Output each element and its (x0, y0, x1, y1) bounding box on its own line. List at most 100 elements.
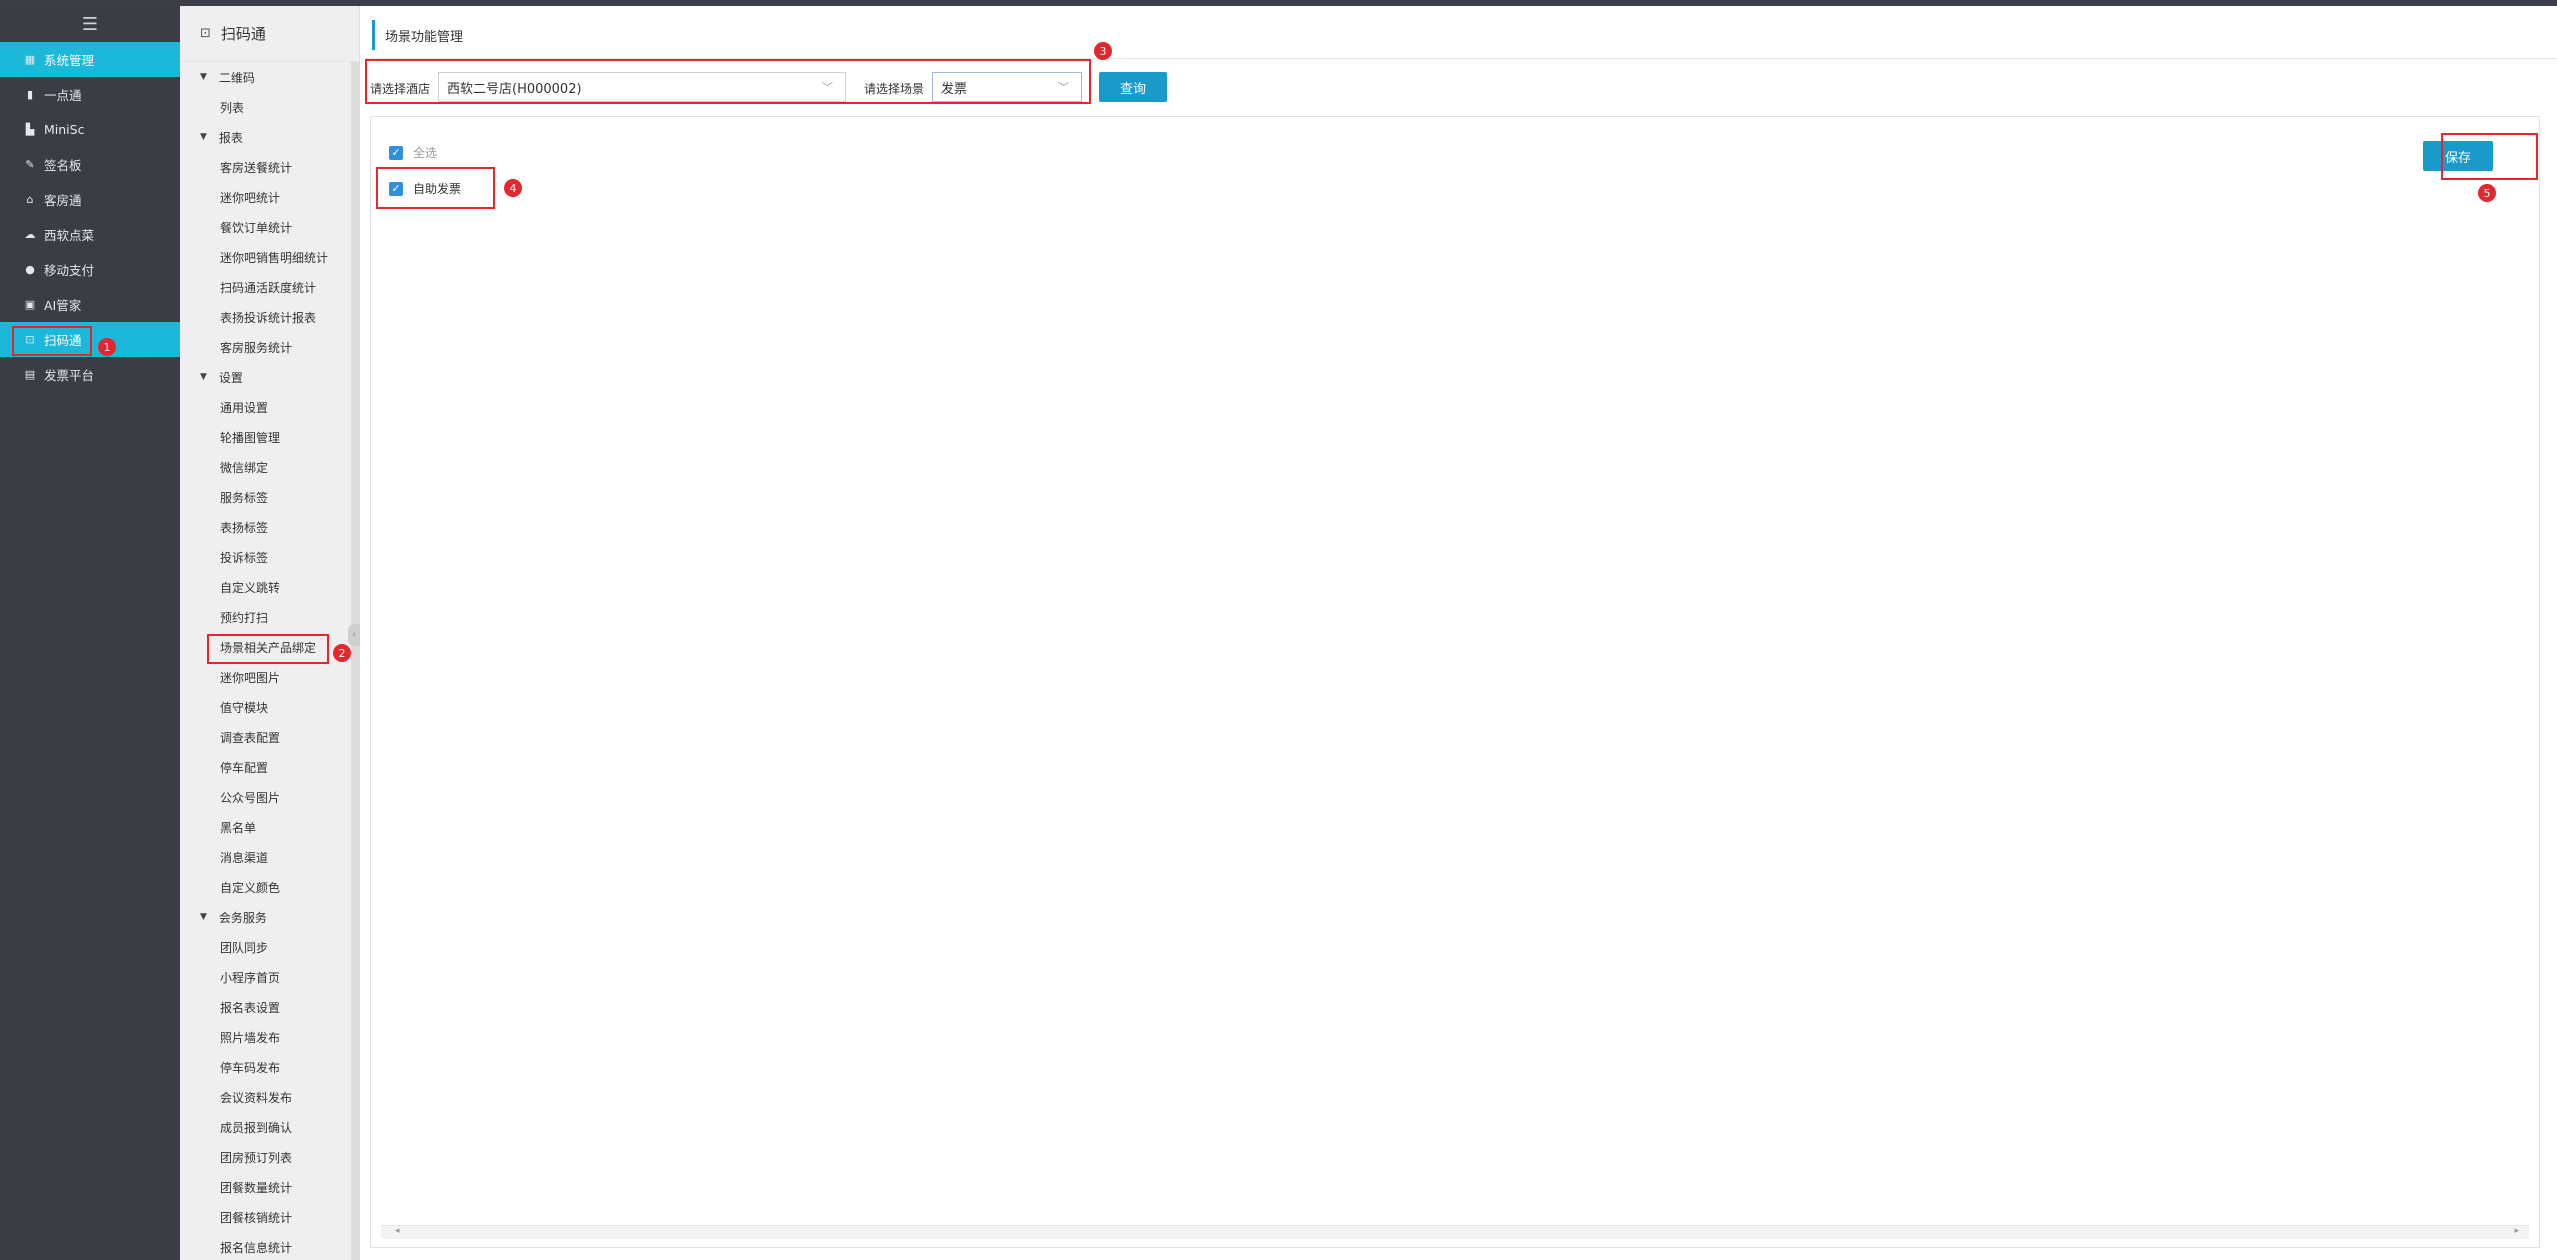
invoice-icon: ▤ (24, 368, 36, 381)
submenu-item[interactable]: 黑名单 (180, 812, 359, 842)
submenu-item[interactable]: 迷你吧统计 (180, 182, 359, 212)
submenu-item[interactable]: 停车配置 (180, 752, 359, 782)
submenu-group-label: 二维码 (218, 70, 255, 85)
submenu-item[interactable]: 团房预订列表 (180, 1142, 359, 1172)
caret-down-icon: ▼ (200, 912, 207, 922)
caret-down-icon: ▼ (200, 132, 207, 142)
sidebar-item-signature[interactable]: ✎ 签名板 (0, 147, 180, 182)
coin-icon: ● (25, 263, 35, 276)
submenu-header: ⊡ 扫码通 (180, 6, 359, 62)
submenu: ⊡ 扫码通 ▼ 二维码列表 ▼ 报表客房送餐统计 迷你吧统计 餐饮订单统计 迷你吧销售明细统计… (180, 6, 360, 1260)
page-title: 场景功能管理 (372, 20, 463, 50)
sidebar: ☰ ▦ 系统管理 ▮ 一点通 ▙ MiniSc ✎ 签名板 ⌂ 客房通 ☁ 西软点菜 ● 移动… (0, 6, 180, 1260)
submenu-item[interactable]: 照片墙发布 (180, 1022, 359, 1052)
select-all-label: 全选 (413, 146, 438, 160)
annotation-box-4 (376, 167, 495, 209)
doc-icon: ▙ (25, 123, 35, 136)
home-icon: ⌂ (26, 193, 34, 206)
annotation-box-3 (365, 59, 1091, 104)
grid-icon: ▦ (24, 53, 36, 66)
sidebar-item-label: 西软点菜 (44, 228, 95, 243)
sidebar-item-label: 一点通 (44, 88, 82, 103)
checkmark-icon: ✓ (389, 145, 403, 160)
submenu-item[interactable]: 值守模块 (180, 692, 359, 722)
sidebar-item-label: 发票平台 (44, 368, 95, 383)
submenu-group[interactable]: ▼ 二维码 (180, 62, 359, 92)
content-panel: ✓ 全选 ✓ 自助发票 保存 ◂ ▸ (370, 116, 2540, 1248)
annotation-box-2 (207, 634, 329, 664)
scroll-right-icon[interactable]: ▸ (2514, 1226, 2519, 1236)
annotation-badge-1: 1 (98, 338, 116, 356)
submenu-item[interactable]: 成员报到确认 (180, 1112, 359, 1142)
submenu-group-label: 会务服务 (218, 910, 267, 925)
submenu-group[interactable]: ▼ 会务服务 (180, 902, 359, 932)
submenu-item[interactable]: 服务标签 (180, 482, 359, 512)
sidebar-item-minisc[interactable]: ▙ MiniSc (0, 112, 180, 147)
menu-icon[interactable]: ☰ (0, 6, 180, 42)
submenu-item[interactable]: 投诉标签 (180, 542, 359, 572)
annotation-badge-4: 4 (504, 179, 522, 197)
submenu-item[interactable]: 团餐核销统计 (180, 1202, 359, 1232)
sidebar-item-label: 签名板 (44, 158, 82, 173)
sidebar-item-label: MiniSc (44, 122, 85, 137)
sidebar-item-yidiantong[interactable]: ▮ 一点通 (0, 77, 180, 112)
annotation-box-1 (12, 326, 92, 356)
submenu-item[interactable]: 餐饮订单统计 (180, 212, 359, 242)
submenu-item[interactable]: 表扬投诉统计报表 (180, 302, 359, 332)
collapse-arrow-icon[interactable]: ‹ (348, 624, 360, 646)
sidebar-item-label: 移动支付 (44, 263, 95, 278)
submenu-group-label: 报表 (218, 130, 243, 145)
select-all-checkbox[interactable]: ✓ 全选 (389, 144, 437, 161)
submenu-item[interactable]: 客房送餐统计 (180, 152, 359, 182)
sidebar-item-system[interactable]: ▦ 系统管理 (0, 42, 180, 77)
submenu-item[interactable]: 团队同步 (180, 932, 359, 962)
submenu-item[interactable]: 微信绑定 (180, 452, 359, 482)
main-content: 场景功能管理 请选择酒店 西软二号店(H000002) ﹀ 请选择场景 发票 ﹀… (362, 6, 2557, 1260)
bot-icon: ▣ (24, 298, 36, 311)
submenu-title: 扫码通 (220, 25, 266, 43)
sidebar-item-label: 系统管理 (44, 53, 95, 68)
submenu-item[interactable]: 会议资料发布 (180, 1082, 359, 1112)
sidebar-item-payment[interactable]: ● 移动支付 (0, 252, 180, 287)
submenu-item[interactable]: 通用设置 (180, 392, 359, 422)
sidebar-item-ai[interactable]: ▣ AI管家 (0, 287, 180, 322)
horizontal-scrollbar[interactable]: ◂ ▸ (381, 1225, 2529, 1239)
sidebar-item-order[interactable]: ☁ 西软点菜 (0, 217, 180, 252)
submenu-item[interactable]: 客房服务统计 (180, 332, 359, 362)
annotation-badge-3: 3 (1094, 42, 1112, 60)
submenu-group[interactable]: ▼ 设置 (180, 362, 359, 392)
submenu-item[interactable]: 迷你吧销售明细统计 (180, 242, 359, 272)
sidebar-item-label: 客房通 (44, 193, 82, 208)
scroll-left-icon[interactable]: ◂ (395, 1226, 400, 1236)
submenu-item[interactable]: 表扬标签 (180, 512, 359, 542)
pen-icon: ✎ (25, 158, 35, 171)
submenu-item[interactable]: 扫码通活跃度统计 (180, 272, 359, 302)
submenu-item[interactable]: 停车码发布 (180, 1052, 359, 1082)
submenu-item[interactable]: 轮播图管理 (180, 422, 359, 452)
caret-down-icon: ▼ (200, 72, 207, 82)
annotation-box-5 (2441, 133, 2538, 180)
submenu-item[interactable]: 调查表配置 (180, 722, 359, 752)
annotation-badge-2: 2 (333, 644, 351, 662)
query-button[interactable]: 查询 (1099, 72, 1167, 102)
submenu-item[interactable]: 报名表设置 (180, 992, 359, 1022)
submenu-item[interactable]: 自定义跳转 (180, 572, 359, 602)
submenu-scrollbar[interactable] (351, 62, 359, 1260)
submenu-item[interactable]: 预约打扫 (180, 602, 359, 632)
submenu-group-label: 设置 (218, 370, 243, 385)
sidebar-item-room[interactable]: ⌂ 客房通 (0, 182, 180, 217)
bar-chart-icon: ▮ (26, 88, 34, 101)
cloud-icon: ☁ (24, 228, 36, 241)
submenu-item[interactable]: 报名信息统计 (180, 1232, 359, 1260)
submenu-item[interactable]: 小程序首页 (180, 962, 359, 992)
submenu-item[interactable]: 公众号图片 (180, 782, 359, 812)
annotation-badge-5: 5 (2478, 184, 2496, 202)
submenu-group[interactable]: ▼ 报表 (180, 122, 359, 152)
submenu-item[interactable]: 自定义颜色 (180, 872, 359, 902)
submenu-item[interactable]: 列表 (180, 92, 359, 122)
sidebar-item-invoice[interactable]: ▤ 发票平台 (0, 357, 180, 392)
submenu-item[interactable]: 消息渠道 (180, 842, 359, 872)
sidebar-item-label: AI管家 (44, 298, 82, 313)
submenu-item[interactable]: 迷你吧图片 (180, 662, 359, 692)
submenu-item[interactable]: 团餐数量统计 (180, 1172, 359, 1202)
